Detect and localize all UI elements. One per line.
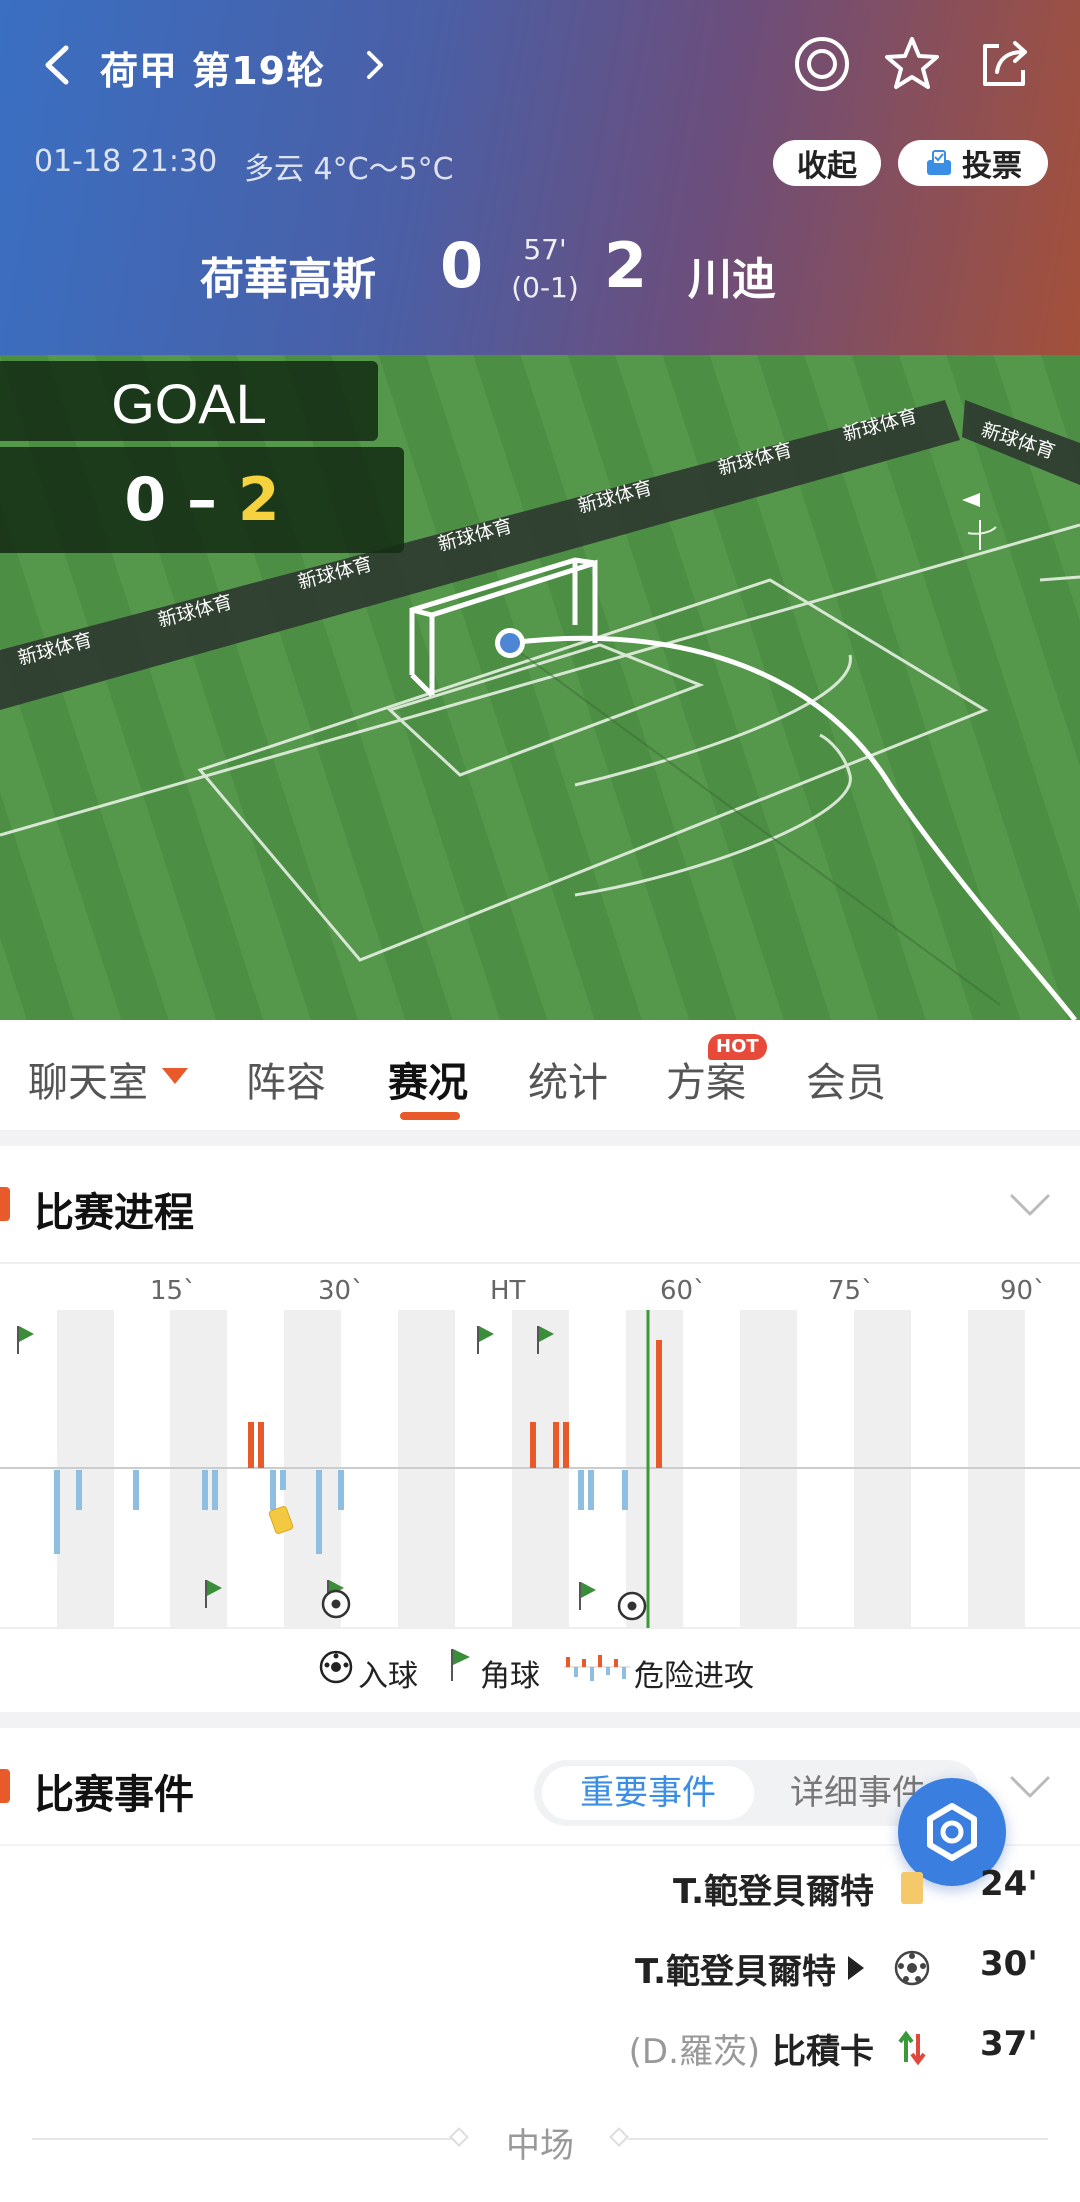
event-player: 比積卡 — [772, 2032, 874, 2072]
event-row[interactable]: T.範登貝爾特 30' — [0, 1938, 1080, 1998]
share-icon[interactable] — [975, 34, 1035, 94]
section-divider — [0, 1712, 1080, 1728]
away-team-name[interactable]: 川迪 — [688, 243, 776, 307]
chevron-down-icon[interactable] — [162, 1068, 188, 1084]
header-nav-row: 荷甲 第19轮 — [0, 30, 1080, 100]
match-weather: 多云 4°C～5°C — [244, 152, 454, 187]
corner-flag-icon — [17, 1326, 34, 1354]
corner-flag-icon — [451, 1649, 470, 1681]
corner-flag-icon — [579, 1582, 596, 1610]
match-progress-timeline[interactable]: 15` 30` HT 60` 75` 90` — [0, 1262, 1080, 1629]
goal-score-home: 0 — [124, 465, 167, 535]
goal-banner: GOAL — [0, 361, 378, 441]
goal-score-banner: 0 – 2 — [0, 447, 404, 553]
tab-lineup[interactable]: 阵容 — [246, 1050, 326, 1108]
event-row[interactable]: T.範登貝爾特 24' — [0, 1858, 1080, 1918]
half-time-score: (0-1) — [511, 271, 579, 304]
chevron-down-icon[interactable] — [1008, 1772, 1052, 1802]
goal-ball-icon — [321, 1589, 351, 1619]
legend-corner-label: 角球 — [480, 1659, 540, 1694]
goal-score-dash: – — [187, 465, 217, 535]
home-team-name[interactable]: 荷華高斯 — [200, 243, 376, 307]
section-divider — [0, 1130, 1080, 1146]
collapse-button-label: 收起 — [797, 149, 857, 184]
danger-attack-icon — [564, 1655, 630, 1681]
tab-live[interactable]: 赛况 — [388, 1050, 468, 1108]
seg-important-events[interactable]: 重要事件 — [542, 1766, 754, 1820]
event-minute: 24' — [980, 1864, 1038, 1904]
play-triangle-icon — [848, 1956, 864, 1980]
chevron-right-icon[interactable] — [360, 50, 390, 80]
event-sub-player: (D.羅茨) — [628, 2032, 761, 2072]
axis-tick: 30` — [318, 1276, 365, 1306]
home-score: 0 — [440, 229, 484, 302]
substitution-icon — [898, 2030, 926, 2066]
tab-chatroom[interactable]: 聊天室 — [28, 1050, 148, 1108]
yellow-card-icon — [901, 1872, 923, 1904]
active-tab-indicator — [400, 1112, 460, 1120]
axis-tick: 90` — [1000, 1276, 1047, 1306]
goal-ball-icon — [319, 1650, 353, 1684]
timeline-chart — [0, 1310, 1080, 1629]
goal-label: GOAL — [111, 372, 267, 435]
chevron-down-icon[interactable] — [1008, 1190, 1052, 1220]
back-icon[interactable] — [38, 44, 80, 86]
ball-marker — [500, 633, 520, 653]
goal-ball-icon — [617, 1591, 647, 1621]
axis-tick: 60` — [660, 1276, 707, 1306]
section-accent-bar — [0, 1187, 10, 1221]
vote-icon — [927, 150, 951, 175]
vote-button[interactable]: 投票 — [898, 140, 1048, 186]
tab-member[interactable]: 会员 — [806, 1050, 886, 1108]
header-info-row: 01-18 21:30 多云 4°C～5°C 收起 投票 — [0, 138, 1080, 188]
event-row[interactable]: (D.羅茨) 比積卡 37' — [0, 2018, 1080, 2078]
section-accent-bar — [0, 1769, 10, 1803]
axis-tick: 15` — [150, 1276, 197, 1306]
star-icon[interactable] — [882, 34, 942, 94]
hot-badge: HOT — [708, 1034, 767, 1060]
event-player: T.範登貝爾特 — [635, 1952, 836, 1992]
event-minute: 37' — [980, 2024, 1038, 2064]
league-round-title[interactable]: 荷甲 第19轮 — [100, 40, 325, 95]
legend-danger-label: 危险进攻 — [634, 1659, 754, 1694]
halftime-divider: 中场 — [0, 2112, 1080, 2166]
legend-goal-label: 入球 — [358, 1659, 418, 1694]
vote-button-label: 投票 — [962, 149, 1022, 184]
progress-section-title: 比赛进程 — [34, 1190, 194, 1236]
match-tabs: 聊天室 阵容 赛况 统计 方案 HOT 会员 — [0, 1020, 1080, 1130]
collapse-button[interactable]: 收起 — [773, 140, 881, 186]
events-section-title: 比赛事件 — [34, 1772, 194, 1818]
away-score: 2 — [604, 229, 648, 302]
event-player-group: (D.羅茨) 比積卡 — [629, 2024, 874, 2073]
halftime-label: 中场 — [506, 2126, 574, 2166]
event-player: T.範登貝爾特 — [673, 1872, 874, 1912]
live-pitch-animation[interactable]: 新球体育 新球体育 新球体育 新球体育 新球体育 新球体育 新球体育 新球体育 — [0, 355, 1080, 1020]
axis-tick: 75` — [828, 1276, 875, 1306]
axis-tick: HT — [490, 1276, 526, 1306]
goal-ball-icon — [894, 1950, 930, 1986]
goal-score-away: 2 — [237, 465, 280, 535]
match-minute: 57' — [523, 233, 567, 266]
corner-flag-icon — [477, 1326, 494, 1354]
match-datetime: 01-18 21:30 — [34, 144, 218, 179]
match-header: 荷甲 第19轮 01-18 21:30 多云 4°C～5°C 收起 投票 荷華高… — [0, 0, 1080, 355]
event-minute: 30' — [980, 1944, 1038, 1984]
scoreboard: 荷華高斯 0 57' (0-1) 2 川迪 — [0, 225, 1080, 315]
target-icon[interactable] — [792, 34, 852, 94]
tab-stats[interactable]: 统计 — [528, 1050, 608, 1108]
